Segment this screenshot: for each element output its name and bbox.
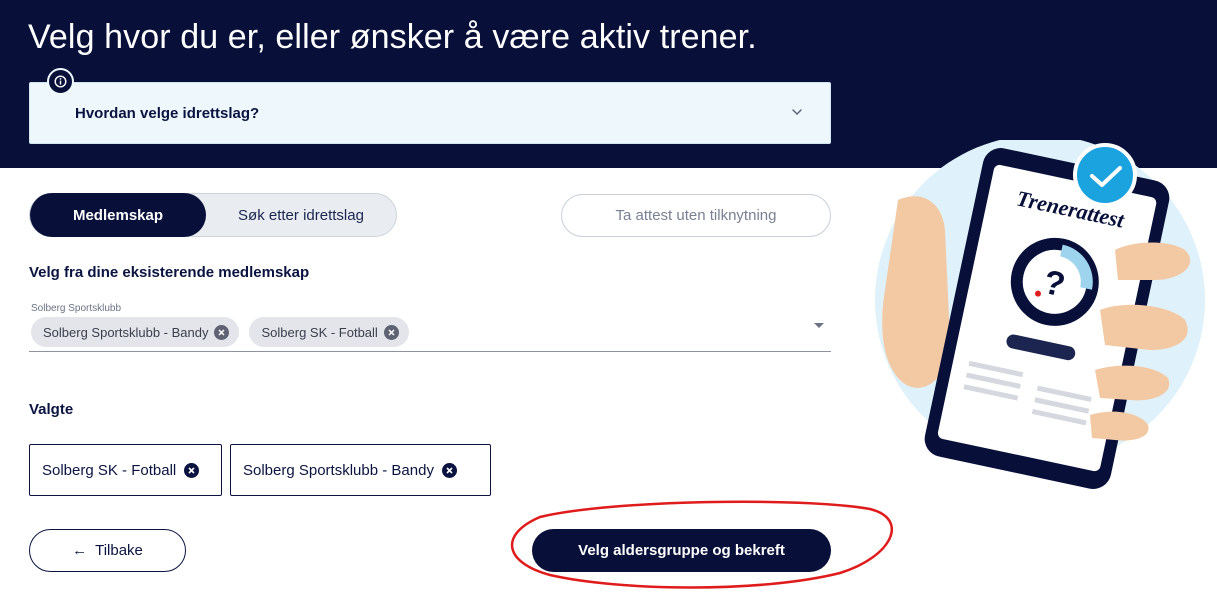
chevron-down-icon: [792, 109, 802, 116]
dropdown-arrow-icon[interactable]: [814, 323, 824, 328]
membership-select-label: Solberg Sportsklubb: [31, 303, 122, 314]
selected-item-label: Solberg Sportsklubb - Bandy: [243, 461, 434, 479]
selected-heading: Valgte: [29, 401, 74, 418]
tab-medlemskap[interactable]: Medlemskap: [30, 193, 206, 237]
membership-chip-label: Solberg SK - Fotball: [261, 324, 378, 340]
trainer-certificate-illustration: Trenerattest ?: [875, 140, 1205, 489]
selected-item-label: Solberg SK - Fotball: [42, 461, 177, 479]
tab-search-club[interactable]: Søk etter idrettslag: [206, 194, 396, 236]
arrow-left-icon: ←: [72, 542, 88, 559]
confirm-age-group-button[interactable]: Velg aldersgruppe og bekreft: [532, 529, 831, 572]
back-button-label: Tilbake: [95, 542, 143, 559]
mode-toggle: Medlemskap Søk etter idrettslag: [29, 193, 397, 237]
membership-select[interactable]: Solberg Sportsklubb - Bandy Solberg SK -…: [31, 317, 409, 347]
attest-without-affiliation-button[interactable]: Ta attest uten tilknytning: [561, 194, 831, 237]
membership-chip-label: Solberg Sportsklubb - Bandy: [43, 324, 209, 340]
page-title: Velg hvor du er, eller ønsker å være akt…: [28, 18, 757, 56]
info-accordion-label: Hvordan velge idrettslag?: [75, 105, 260, 122]
membership-chip: Solberg Sportsklubb - Bandy: [31, 317, 240, 347]
selected-item: Solberg Sportsklubb - Bandy: [230, 444, 491, 496]
remove-chip-icon[interactable]: [214, 324, 230, 340]
back-button[interactable]: ← Tilbake: [29, 529, 186, 572]
memberships-heading: Velg fra dine eksisterende medlemskap: [29, 264, 310, 281]
info-accordion[interactable]: Hvordan velge idrettslag?: [29, 82, 831, 144]
selected-item: Solberg SK - Fotball: [29, 444, 222, 496]
remove-selected-icon[interactable]: [184, 462, 200, 478]
membership-chip: Solberg SK - Fotball: [249, 317, 409, 347]
remove-selected-icon[interactable]: [441, 462, 457, 478]
remove-chip-icon[interactable]: [383, 324, 399, 340]
select-underline: [29, 351, 831, 352]
info-icon: [47, 68, 74, 95]
